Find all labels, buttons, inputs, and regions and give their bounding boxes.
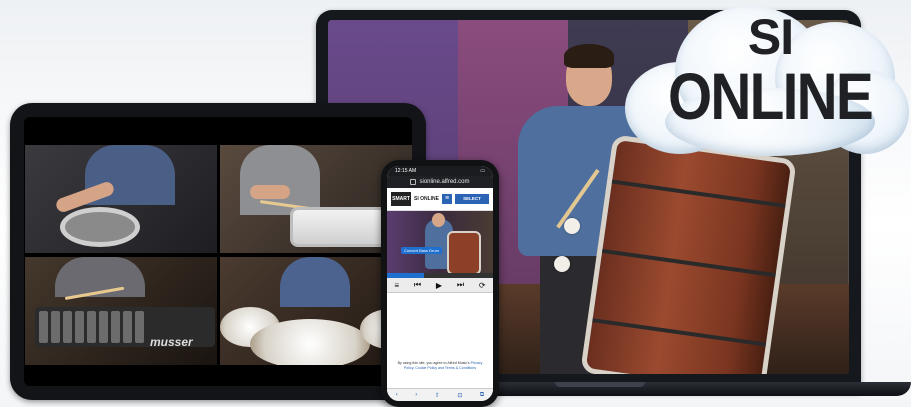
tablet-device: musser [10,103,426,400]
terms-notice: By using this site, you agree to Alfred … [387,361,493,375]
previous-icon[interactable]: ⏮ [414,280,421,290]
url-bar[interactable]: sionline.alfred.com [387,176,493,188]
si-online-cloud-logo: SI ONLINE [625,0,911,160]
video-xylophone[interactable]: musser [25,257,217,365]
xylophone-key [99,311,108,343]
xylophone-key [111,311,120,343]
xylophone-key [39,311,48,343]
player-controls: ≡ ⏮ ▶ ⏭ ⟳ [387,278,493,293]
video-tambourine[interactable] [25,145,217,253]
mallet-head [554,256,570,272]
tambourine [60,207,140,247]
phone-screen: 12:15 AM ▭ sionline.alfred.com SMART SI … [387,166,493,401]
phone-device: 12:15 AM ▭ sionline.alfred.com SMART SI … [381,160,499,407]
lock-icon [410,179,417,185]
loop-icon[interactable]: ⟳ [479,281,486,290]
performer-hair [564,44,614,68]
video-progress-bar[interactable] [387,273,493,278]
status-time: 12:15 AM [395,168,417,174]
terms-text: By using this site, you agree to Alfred … [397,361,470,365]
xylophone-key [135,311,144,343]
video-progress-fill [387,273,425,278]
content-area [387,293,493,361]
battery-icon: ▭ [480,168,485,174]
performer-shirt [280,257,350,307]
forward-icon[interactable]: › [415,392,417,398]
next-icon[interactable]: ⏭ [457,280,464,290]
video-caption: Concert Bass Drum [401,247,442,254]
bass-drum [580,134,797,374]
xylophone-brand: musser [150,335,193,349]
xylophone-key [63,311,72,343]
play-icon[interactable]: ▶ [436,281,442,290]
drum-band [592,318,767,347]
xylophone-key [87,311,96,343]
phone-video[interactable]: Concert Bass Drum [387,211,493,275]
site-logo-top: SMART [392,195,410,202]
select-product-button[interactable]: SELECT PRODUCT [455,194,489,211]
status-bar: 12:15 AM ▭ [387,166,493,176]
drum-band [611,179,786,208]
bookmarks-icon[interactable]: ⊡ [457,392,462,399]
xylophone-key [51,311,60,343]
performer-head [432,213,445,227]
site-logo-bottom: SI ONLINE [414,196,440,202]
share-icon[interactable]: ⇧ [435,392,440,399]
timpani-drum [250,319,370,365]
browser-bottom-nav: ‹ › ⇧ ⊡ ⧉ [387,388,493,401]
laptop-notch [555,382,645,387]
playlist-icon[interactable]: ≡ [394,281,399,290]
menu-button[interactable]: ≡ [442,194,453,204]
performer-arm [250,185,290,199]
drum-band [601,248,776,278]
xylophone-key [75,311,84,343]
site-logo[interactable]: SMART [391,192,411,206]
xylophone-key [123,311,132,343]
tabs-icon[interactable]: ⧉ [480,392,484,399]
url-text: sionline.alfred.com [419,179,470,185]
logo-online-text: ONLINE [667,59,874,133]
mallet-head [564,218,580,234]
site-header: SMART SI ONLINE ≡ SELECT PRODUCT [387,188,493,211]
tablet-screen: musser [24,117,412,386]
bass-drum [447,231,481,275]
back-icon[interactable]: ‹ [396,392,398,398]
